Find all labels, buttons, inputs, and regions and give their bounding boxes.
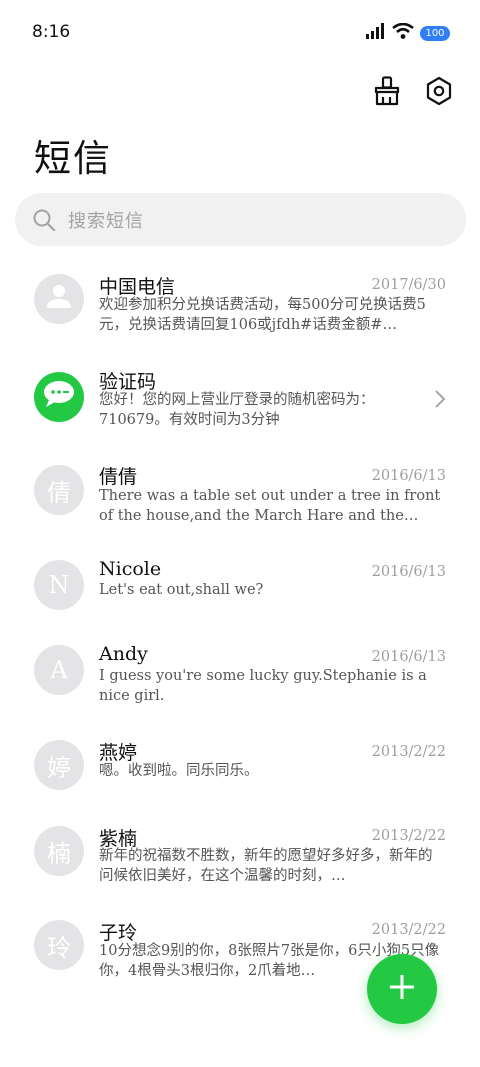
settings-button[interactable] xyxy=(424,76,454,110)
avatar xyxy=(34,372,84,422)
list-item[interactable]: A Andy 2016/6/13 I guess you're some luc… xyxy=(0,643,480,723)
list-item[interactable]: 楠 紫楠 2013/2/22 新年的祝福数不胜数，新年的愿望好多好多，新年的问候… xyxy=(0,824,480,904)
contact-name: Andy xyxy=(99,643,148,665)
chevron-right-icon xyxy=(434,389,446,409)
wifi-icon xyxy=(392,22,414,43)
battery-indicator: 100 xyxy=(420,25,450,41)
search-icon xyxy=(32,208,56,232)
message-preview: 欢迎参加积分兑换话费活动，每500分可兑换话费5元，兑换话费请回复106或jfd… xyxy=(99,297,426,333)
contact-name: Nicole xyxy=(99,558,162,580)
message-date: 2013/2/22 xyxy=(371,922,446,938)
message-date: 2017/6/30 xyxy=(371,277,446,293)
message-date: 2016/6/13 xyxy=(371,468,446,484)
message-preview: Let's eat out,shall we? xyxy=(99,582,264,598)
list-item[interactable]: 中国电信 2017/6/30 欢迎参加积分兑换话费活动，每500分可兑换话费5元… xyxy=(0,272,480,352)
avatar: 倩 xyxy=(34,465,84,515)
list-item[interactable]: N Nicole 2016/6/13 Let's eat out,shall w… xyxy=(0,558,480,638)
avatar: A xyxy=(34,645,84,695)
avatar: 婷 xyxy=(34,740,84,790)
top-actions xyxy=(372,76,454,110)
signal-bars-icon xyxy=(366,23,386,43)
message-date: 2016/6/13 xyxy=(371,564,446,580)
message-date: 2013/2/22 xyxy=(371,744,446,760)
settings-icon xyxy=(425,76,453,110)
list-item[interactable]: 婷 燕婷 2013/2/22 嗯。收到啦。同乐同乐。 xyxy=(0,738,480,818)
new-message-button[interactable] xyxy=(367,954,437,1024)
contact-name: 倩倩 xyxy=(99,466,138,488)
person-icon xyxy=(44,281,74,317)
list-item[interactable]: 倩 倩倩 2016/6/13 There was a table set out… xyxy=(0,462,480,542)
message-preview: 嗯。收到啦。同乐同乐。 xyxy=(99,763,259,779)
status-icons: 100 xyxy=(366,22,450,44)
message-preview: 您好！您的网上营业厅登录的随机密码为：710679。有效时间为3分钟 xyxy=(99,392,375,428)
message-preview: 新年的祝福数不胜数，新年的愿望好多好多，新年的问候依旧美好，在这个温馨的时刻，… xyxy=(99,848,433,884)
message-preview: I guess you're some lucky guy.Stephanie … xyxy=(99,668,427,704)
avatar: 楠 xyxy=(34,826,84,876)
broom-icon xyxy=(373,76,401,110)
sms-bubble-icon xyxy=(42,379,76,415)
avatar xyxy=(34,274,84,324)
clean-button[interactable] xyxy=(372,76,402,110)
status-bar: 8:16 100 xyxy=(0,0,480,66)
message-preview: There was a table set out under a tree i… xyxy=(99,488,441,524)
avatar: 玲 xyxy=(34,920,84,970)
status-time: 8:16 xyxy=(32,22,71,42)
plus-icon xyxy=(388,973,416,1005)
list-item[interactable]: 验证码 您好！您的网上营业厅登录的随机密码为：710679。有效时间为3分钟 xyxy=(0,367,480,447)
page-title: 短信 xyxy=(34,137,112,180)
avatar: N xyxy=(34,560,84,610)
message-date: 2016/6/13 xyxy=(371,649,446,665)
search-input-placeholder[interactable]: 搜索短信 xyxy=(68,207,144,233)
messages-screen: 8:16 100 短信 搜索短信 中国电信 2017/6/30 欢迎参加积分兑换… xyxy=(0,0,480,1067)
search-bar[interactable]: 搜索短信 xyxy=(15,193,466,246)
message-date: 2013/2/22 xyxy=(371,828,446,844)
